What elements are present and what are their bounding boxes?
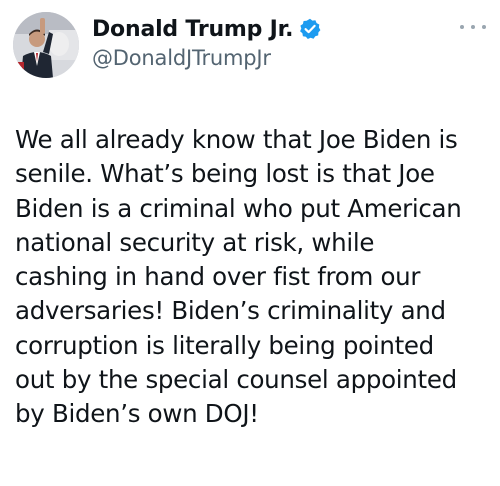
avatar-photo-icon (13, 12, 79, 78)
author-handle[interactable]: @DonaldJTrumpJr (92, 46, 271, 70)
tweet-text: We all already know that Joe Biden is se… (15, 123, 493, 432)
avatar[interactable] (13, 12, 79, 78)
tweet-card: Donald Trump Jr. @DonaldJTrumpJr We all … (0, 0, 500, 486)
tweet-text-line: out by the special counsel appointed (15, 365, 457, 395)
verified-badge-icon (299, 18, 321, 40)
author-name-row: Donald Trump Jr. (92, 14, 321, 44)
tweet-text-line: We all already know that Joe Biden is (15, 125, 458, 154)
more-options-icon[interactable] (460, 18, 486, 36)
tweet-text-line: national security at risk, while (15, 227, 375, 257)
tweet-text-line: senile. What’s being lost is that Joe (15, 159, 435, 189)
tweet-text-line: adversaries! Biden’s criminality and (15, 296, 446, 326)
tweet-text-line: corruption is literally being pointed (15, 330, 434, 360)
more-dot (460, 25, 464, 29)
tweet-text-line: cashing in hand over fist from our (15, 262, 421, 292)
tweet-text-line: by Biden’s own DOJ! (15, 399, 259, 429)
more-dot (471, 25, 475, 29)
tweet-text-line: Biden is a criminal who put American (15, 193, 462, 223)
more-dot (482, 25, 486, 29)
author-display-name[interactable]: Donald Trump Jr. (92, 17, 294, 42)
